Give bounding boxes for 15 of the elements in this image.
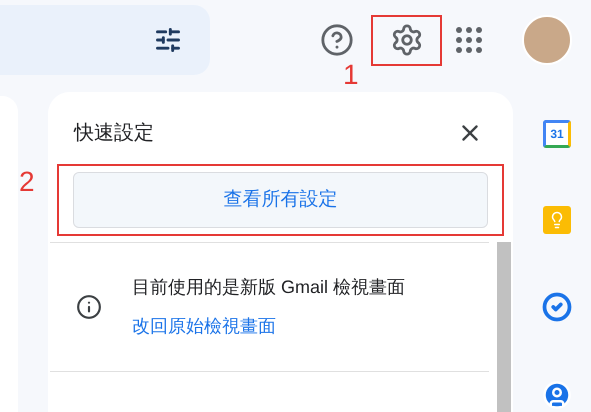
filter-icon[interactable] [154, 26, 182, 54]
calendar-icon[interactable]: 31 [543, 120, 571, 148]
see-all-settings-button[interactable]: 查看所有設定 [73, 172, 488, 228]
notice-text: 目前使用的是新版 Gmail 檢視畫面 [132, 276, 406, 299]
apps-grid-icon[interactable] [456, 27, 482, 53]
info-icon [76, 294, 102, 320]
help-icon[interactable] [320, 23, 354, 57]
check-circle-icon[interactable] [542, 292, 572, 322]
highlight-frame [371, 14, 442, 66]
scrollbar[interactable] [497, 242, 511, 412]
revert-view-link[interactable]: 改回原始檢視畫面 [132, 313, 406, 340]
step-number: 1 [343, 60, 359, 88]
step-number: 2 [19, 168, 35, 196]
person-icon[interactable] [542, 380, 572, 410]
panel-title: 快速設定 [74, 121, 154, 146]
